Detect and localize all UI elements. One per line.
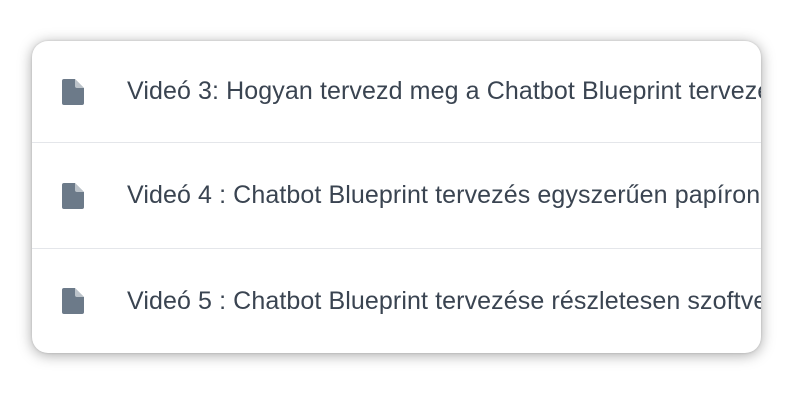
lesson-list-card: Videó 3: Hogyan tervezd meg a Chatbot Bl… <box>32 41 761 353</box>
lesson-title: Videó 4 : Chatbot Blueprint tervezés egy… <box>127 181 761 209</box>
document-icon <box>62 78 84 105</box>
lesson-item-video-4[interactable]: Videó 4 : Chatbot Blueprint tervezés egy… <box>32 142 761 248</box>
lesson-title: Videó 5 : Chatbot Blueprint tervezése ré… <box>127 286 761 315</box>
lesson-title: Videó 3: Hogyan tervezd meg a Chatbot Bl… <box>127 77 761 105</box>
document-icon <box>62 288 84 314</box>
document-icon <box>62 182 84 209</box>
lesson-item-video-5[interactable]: Videó 5 : Chatbot Blueprint tervezése ré… <box>32 248 761 353</box>
lesson-item-video-3[interactable]: Videó 3: Hogyan tervezd meg a Chatbot Bl… <box>32 41 761 142</box>
